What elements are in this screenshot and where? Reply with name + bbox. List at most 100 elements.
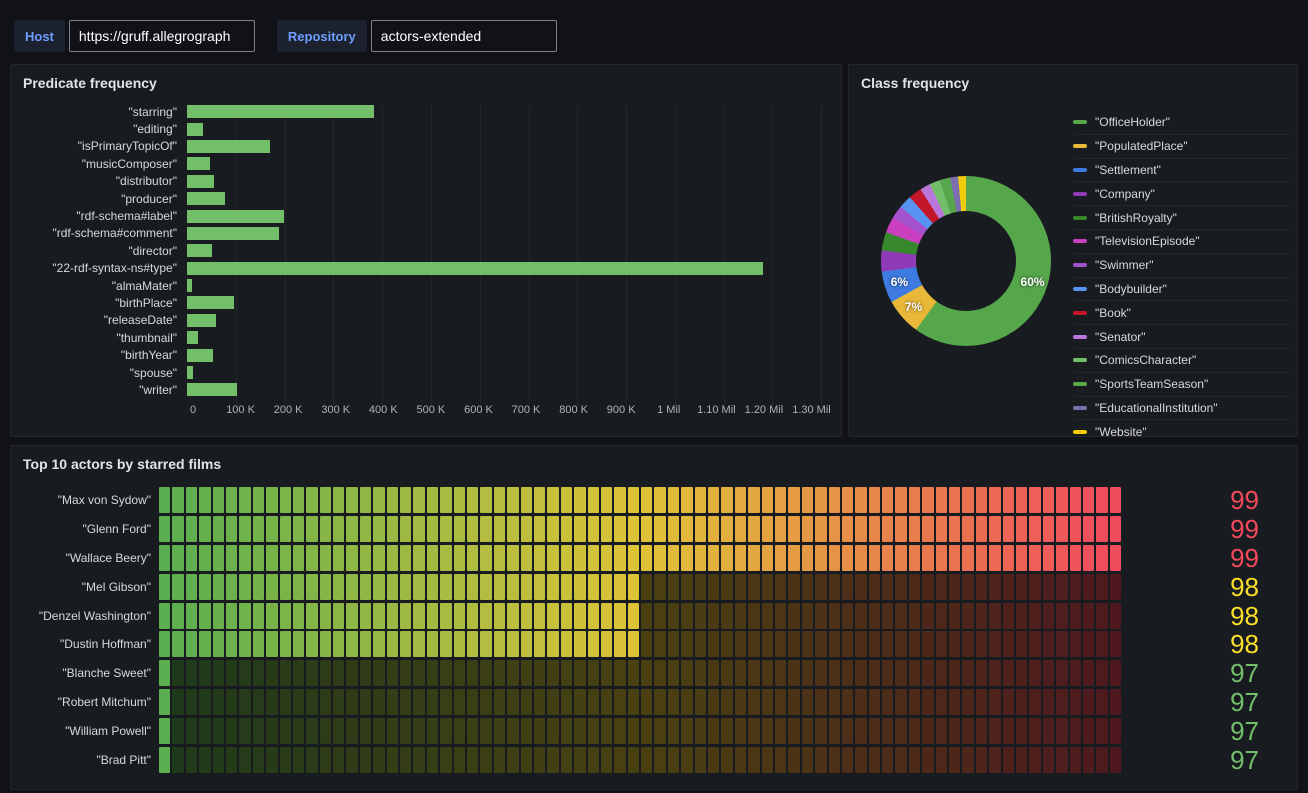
gauge-cell xyxy=(976,545,987,571)
legend-color-marker xyxy=(1073,406,1087,410)
legend-label: "Swimmer" xyxy=(1095,258,1154,272)
gauge-cell xyxy=(172,516,183,542)
gauge-cell xyxy=(440,516,451,542)
gauge-cell xyxy=(1070,660,1081,686)
gauge-cell xyxy=(346,747,357,773)
gauge-cell xyxy=(1070,603,1081,629)
class-frequency-panel: Class frequency 60%7%6% "OfficeHolder""P… xyxy=(848,64,1298,437)
legend-item[interactable]: "Book" xyxy=(1073,301,1291,325)
gauge-cell xyxy=(815,631,826,657)
repository-input[interactable] xyxy=(371,20,557,52)
gauge-cell xyxy=(909,574,920,600)
gauge-cell xyxy=(1110,516,1121,542)
legend-item[interactable]: "SportsTeamSeason" xyxy=(1073,373,1291,397)
predicate-category-label: "editing" xyxy=(17,122,187,136)
legend-color-marker xyxy=(1073,382,1087,386)
gauge-cell xyxy=(266,631,277,657)
legend-item[interactable]: "EducationalInstitution" xyxy=(1073,397,1291,421)
legend-item[interactable]: "BritishRoyalty" xyxy=(1073,206,1291,230)
legend-color-marker xyxy=(1073,144,1087,148)
legend-item[interactable]: "ComicsCharacter" xyxy=(1073,349,1291,373)
actor-row: "Brad Pitt"97 xyxy=(11,745,1297,774)
gauge-cell xyxy=(829,747,840,773)
gauge-cell xyxy=(762,689,773,715)
legend-item[interactable]: "Company" xyxy=(1073,182,1291,206)
x-tick-label: 100 K xyxy=(226,404,255,416)
predicate-category-label: "rdf-schema#comment" xyxy=(17,226,187,240)
gauge-cell xyxy=(721,574,732,600)
predicate-category-label: "birthYear" xyxy=(17,348,187,362)
gauge-cell xyxy=(253,718,264,744)
gauge-cell xyxy=(588,545,599,571)
gauge-cell xyxy=(681,631,692,657)
gauge-cell xyxy=(1029,660,1040,686)
gauge-cell xyxy=(762,516,773,542)
legend-item[interactable]: "Senator" xyxy=(1073,325,1291,349)
gauge-cell xyxy=(293,747,304,773)
predicate-category-label: "producer" xyxy=(17,192,187,206)
gauge-cell xyxy=(186,603,197,629)
gauge-cell xyxy=(909,718,920,744)
legend-item[interactable]: "Website" xyxy=(1073,420,1291,436)
gauge-cell xyxy=(936,574,947,600)
gauge-cell xyxy=(895,747,906,773)
gauge-cell xyxy=(320,603,331,629)
gauge-cell xyxy=(320,545,331,571)
actor-name-label: "Wallace Beery" xyxy=(11,551,159,565)
gauge-cell xyxy=(1043,603,1054,629)
gauge-cell xyxy=(681,487,692,513)
host-input[interactable] xyxy=(69,20,255,52)
top-actors-panel: Top 10 actors by starred films "Max von … xyxy=(10,445,1298,790)
gauge-cell xyxy=(1096,631,1107,657)
gauge-cell xyxy=(534,487,545,513)
predicate-category-label: "starring" xyxy=(17,105,187,119)
legend-item[interactable]: "TelevisionEpisode" xyxy=(1073,230,1291,254)
gauge-cell xyxy=(574,689,585,715)
x-tick-label: 500 K xyxy=(417,404,446,416)
gauge-cell xyxy=(815,718,826,744)
legend-item[interactable]: "Settlement" xyxy=(1073,159,1291,183)
predicate-category-label: "writer" xyxy=(17,383,187,397)
legend-item[interactable]: "Swimmer" xyxy=(1073,254,1291,278)
gauge-cell xyxy=(199,487,210,513)
donut-hole xyxy=(916,211,1016,311)
gauge-cell xyxy=(387,487,398,513)
gauge-cell xyxy=(936,631,947,657)
gauge-cell xyxy=(601,603,612,629)
gauge-cell xyxy=(708,689,719,715)
legend-label: "Company" xyxy=(1095,187,1155,201)
gauge-cell xyxy=(949,603,960,629)
predicate-bar xyxy=(187,157,210,170)
gauge-cell xyxy=(440,545,451,571)
gauge-cell xyxy=(1056,516,1067,542)
gauge-cell xyxy=(293,545,304,571)
gauge-cell xyxy=(815,545,826,571)
predicate-bar xyxy=(187,210,284,223)
gauge-cell xyxy=(1003,516,1014,542)
gauge-cell xyxy=(413,603,424,629)
gauge-cell xyxy=(293,689,304,715)
gauge-cell xyxy=(775,545,786,571)
actor-value: 97 xyxy=(1121,660,1297,686)
gauge-cell xyxy=(641,516,652,542)
gauge-cell xyxy=(882,747,893,773)
gauge-cell xyxy=(561,516,572,542)
gauge-cell xyxy=(360,603,371,629)
gauge-cell xyxy=(829,603,840,629)
legend-item[interactable]: "OfficeHolder" xyxy=(1073,111,1291,135)
gauge-cell xyxy=(521,631,532,657)
legend-item[interactable]: "PopulatedPlace" xyxy=(1073,135,1291,159)
gauge-cell xyxy=(1110,631,1121,657)
gauge-cell xyxy=(735,689,746,715)
gauge-cell xyxy=(574,718,585,744)
legend-label: "OfficeHolder" xyxy=(1095,115,1170,129)
gauge-cell xyxy=(534,660,545,686)
gauge-cell xyxy=(547,747,558,773)
legend-item[interactable]: "Bodybuilder" xyxy=(1073,278,1291,302)
actor-name-label: "Max von Sydow" xyxy=(11,493,159,507)
gauge-cell xyxy=(829,487,840,513)
gauge-cell xyxy=(226,631,237,657)
gauge-cell xyxy=(373,631,384,657)
predicate-row: "distributor" xyxy=(17,173,831,190)
gauge-cell xyxy=(226,516,237,542)
